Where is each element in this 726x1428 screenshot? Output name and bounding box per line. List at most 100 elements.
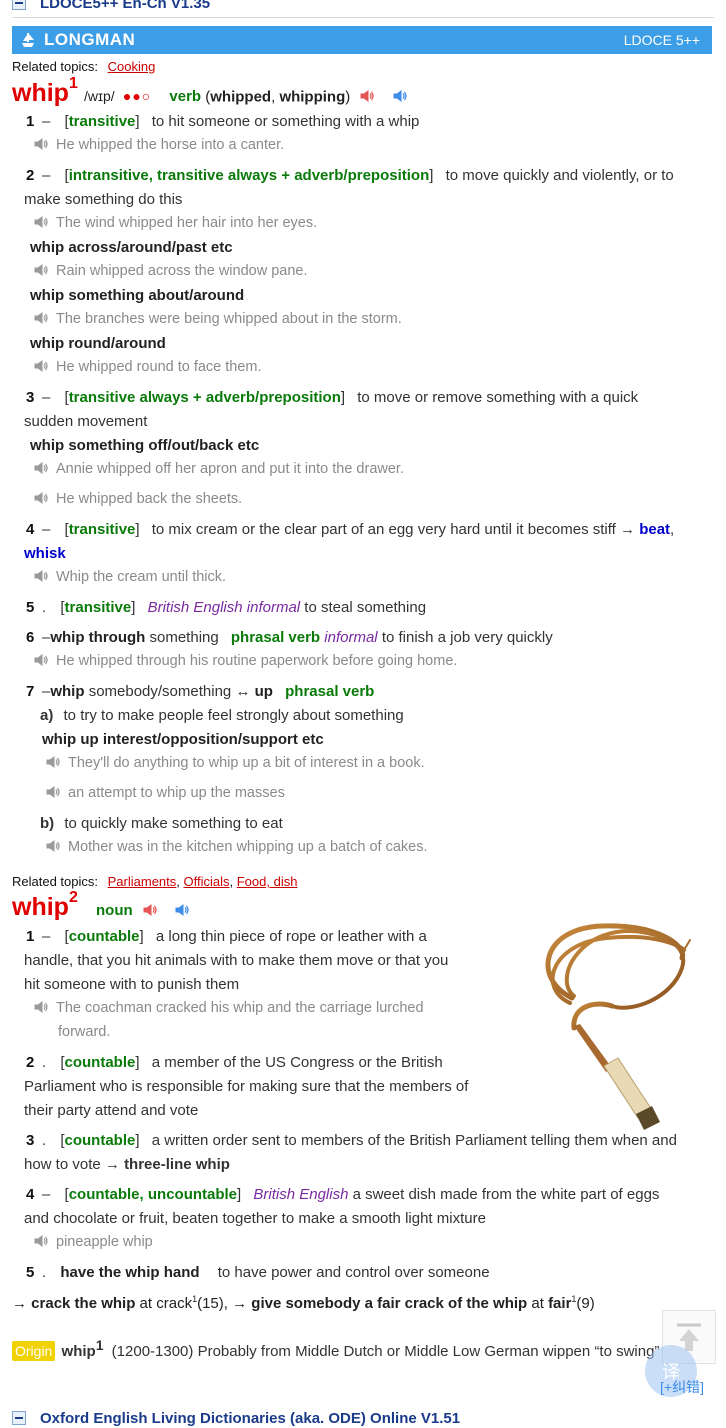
subsense-b: b) to quickly make something to eat [40, 815, 283, 832]
phrase-crossrefs: → crack the whip at crack1(15), → give s… [12, 1294, 595, 1312]
sense-3: 3– [transitive always + adverb/prepositi… [26, 389, 639, 406]
sense-4: 4– [transitive] to mix cream or the clea… [26, 521, 675, 538]
grammar-label: intransitive, transitive always + adverb… [68, 167, 430, 184]
longman-banner: LONGMAN LDOCE 5++ [12, 26, 712, 54]
related-topic-link[interactable]: Officials [184, 874, 230, 889]
sense-4: 4– [countable, uncountable] British Engl… [26, 1186, 660, 1203]
brand: LONGMAN [20, 30, 135, 50]
related-topic-link[interactable]: Food, dish [237, 874, 298, 889]
example-audio-icon[interactable] [34, 492, 48, 504]
definition: to move quickly and violently, or to [445, 167, 674, 184]
banner-version: LDOCE 5++ [623, 32, 700, 48]
example-audio-icon[interactable] [46, 756, 60, 768]
related-topics: Related topics: Parliaments, Officials, … [12, 874, 298, 889]
definition: to finish a job very quickly [381, 629, 553, 646]
sense-number: 1 [26, 113, 35, 130]
example-audio-icon[interactable] [34, 654, 48, 666]
sense-7: 7 –whip somebody/something ↔ up phrasal v… [26, 683, 375, 700]
example-audio-icon[interactable] [34, 360, 48, 372]
example-audio-icon[interactable] [34, 462, 48, 474]
sense-5: 5. [transitive] British English informal… [26, 599, 427, 616]
sense-6: 6 –whip through something phrasal verb in… [26, 629, 553, 646]
example: He whipped round to face them. [34, 359, 262, 375]
example: pineapple whip [34, 1234, 153, 1250]
headword: whip2 [12, 889, 78, 922]
phrase-pattern: whip something about/around [30, 287, 245, 304]
crossref-phrase-link[interactable]: give somebody a fair crack of the whip [251, 1295, 527, 1312]
definition: to hit someone or something with a whip [151, 113, 420, 130]
definition-cont: handle, that you hit animals with to mak… [24, 952, 449, 969]
sense-1: 1– [transitive] to hit someone or someth… [26, 113, 420, 130]
subsense-a: a) to try to make people feel strongly a… [40, 707, 404, 724]
example: Whip the cream until thick. [34, 569, 226, 585]
phrasal-verb: whip through [50, 629, 146, 646]
related-topic-link[interactable]: Cooking [108, 59, 156, 74]
example-audio-icon[interactable] [34, 216, 48, 228]
example: He whipped the horse into a canter. [34, 137, 284, 153]
example: The wind whipped her hair into her eyes. [34, 215, 317, 231]
example-audio-icon[interactable] [34, 312, 48, 324]
definition: to steal something [304, 599, 427, 616]
sense-3: 3. [countable] a written order sent to m… [26, 1132, 677, 1149]
phrase-pattern: whip up interest/opposition/support etc [42, 731, 324, 748]
grammar-label: transitive [64, 599, 132, 616]
collapse-icon[interactable] [12, 0, 26, 10]
example: Annie whipped off her apron and put it i… [34, 461, 404, 477]
grammar-label: transitive [68, 113, 136, 130]
phrase-pattern: whip something off/out/back etc [30, 437, 260, 454]
definition-cont: make something do this [24, 191, 183, 208]
american-audio-icon[interactable] [393, 90, 407, 102]
example: The coachman cracked his whip and the ca… [34, 1000, 424, 1016]
related-topic-link[interactable]: Parliaments [108, 874, 177, 889]
definition-cont: Parliament who is responsible for making… [24, 1078, 469, 1095]
ship-logo-icon [22, 33, 34, 47]
sense-2: 2. [countable] a member of the US Congre… [26, 1054, 443, 1071]
crossref-phrase-link[interactable]: crack the whip [31, 1295, 135, 1312]
example-audio-icon[interactable] [34, 1001, 48, 1013]
example: He whipped back the sheets. [34, 491, 242, 507]
origin-badge: Origin [12, 1341, 56, 1361]
frequency-dots: ●●○ [122, 88, 152, 105]
british-audio-icon[interactable] [360, 90, 374, 102]
headword: whip1 [12, 75, 78, 108]
dictionary-header-ldoce[interactable]: LDOCE5++ En-Ch V1.35 [12, 0, 714, 13]
british-audio-icon[interactable] [143, 904, 157, 916]
american-audio-icon[interactable] [175, 904, 189, 916]
phrasal-verb: whip [50, 683, 85, 700]
example: Rain whipped across the window pane. [34, 263, 307, 279]
grammar-label: transitive always + adverb/preposition [68, 389, 341, 406]
definition: to move or remove something with a quick [357, 389, 639, 406]
example-audio-icon[interactable] [34, 264, 48, 276]
example-audio-icon[interactable] [34, 1235, 48, 1247]
part-of-speech: verb [169, 88, 202, 106]
cross-reference-link[interactable]: whisk [24, 545, 66, 562]
definition-cont: how to vote → three-line whip [24, 1156, 230, 1173]
dictionary-header-ode[interactable]: Oxford English Living Dictionaries (aka.… [12, 1408, 714, 1428]
related-topics: Related topics: Cooking [12, 59, 155, 74]
etymology: Origin whip1 (1200-1300) Probably from M… [12, 1337, 659, 1361]
entry-1-headline: whip1 /wɪp/ ●●○ verb (whipped, whipping) [12, 75, 415, 108]
whip-illustration [545, 923, 691, 1130]
example-cont: forward. [58, 1024, 111, 1040]
example-audio-icon[interactable] [34, 570, 48, 582]
cross-reference-link[interactable]: beat [639, 521, 670, 538]
report-error-link[interactable]: [+纠错] [660, 1377, 704, 1397]
collapse-icon[interactable] [12, 1411, 26, 1425]
example: Mother was in the kitchen whipping up a … [46, 839, 427, 855]
example: He whipped through his routine paperwork… [34, 653, 457, 669]
example-audio-icon[interactable] [34, 138, 48, 150]
dictionary-title: LDOCE5++ En-Ch V1.35 [40, 0, 211, 12]
entry-2-headline: whip2 noun [12, 889, 197, 922]
example-audio-icon[interactable] [46, 840, 60, 852]
brand-name: LONGMAN [44, 30, 136, 49]
cross-reference-link[interactable]: three-line whip [124, 1156, 230, 1173]
example: an attempt to whip up the masses [46, 785, 285, 801]
sense-1: 1– [countable] a long thin piece of rope… [26, 928, 427, 945]
example-audio-icon[interactable] [46, 786, 60, 798]
divider [12, 17, 714, 18]
related-topics-label: Related topics: [12, 59, 98, 74]
pronunciation: /wɪp/ [84, 88, 115, 105]
definition-cont: hit someone with to punish them [24, 976, 240, 993]
dictionary-title: Oxford English Living Dictionaries (aka.… [40, 1409, 461, 1427]
register-label: informal [324, 629, 378, 646]
